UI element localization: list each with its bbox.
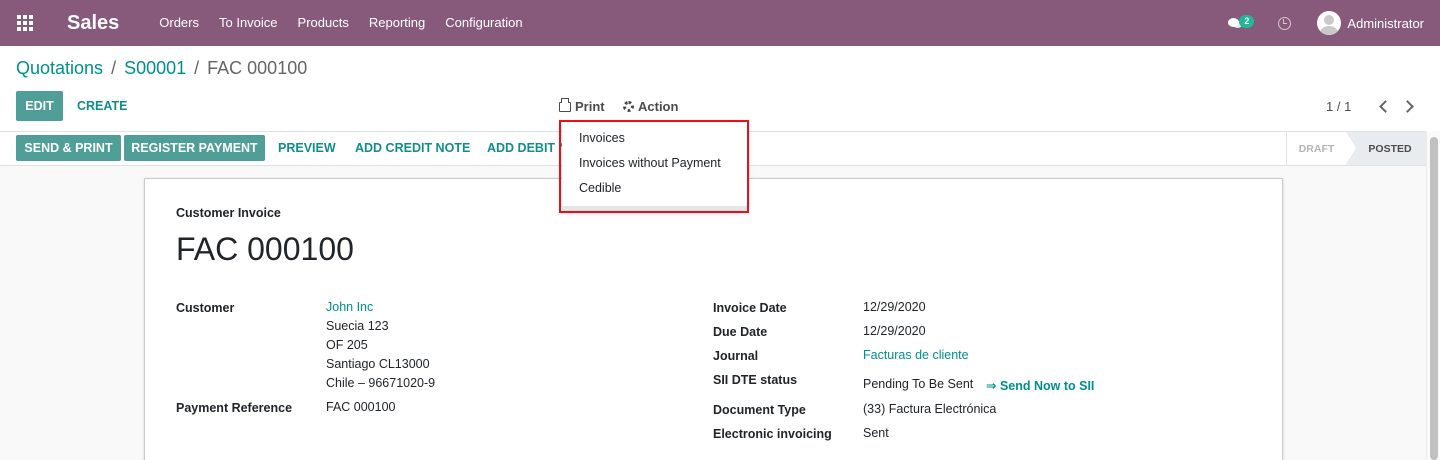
create-button[interactable]: CREATE <box>77 99 127 113</box>
user-avatar[interactable] <box>1317 11 1342 35</box>
menu-item-configuration[interactable]: Configuration <box>435 0 532 46</box>
send-now-to-sii-button[interactable]: ⇒ Send Now to SII <box>986 378 1094 393</box>
main-menu: Orders To Invoice Products Reporting Con… <box>149 0 532 46</box>
sii-status-label: SII DTE status <box>713 373 798 387</box>
due-date-value: 12/29/2020 <box>863 324 926 338</box>
due-date-label: Due Date <box>713 325 768 339</box>
dropdown-footer <box>562 206 747 210</box>
invoice-sheet: Customer Invoice FAC 000100 Customer Joh… <box>144 178 1283 460</box>
menu-item-to-invoice[interactable]: To Invoice <box>209 0 288 46</box>
add-debit-note-button[interactable]: ADD DEBIT N <box>487 141 568 155</box>
add-credit-note-button[interactable]: ADD CREDIT NOTE <box>355 141 470 155</box>
print-item-invoices[interactable]: Invoices <box>579 131 625 145</box>
user-menu-name[interactable]: Administrator <box>1347 16 1424 31</box>
stage-arrow <box>1346 132 1356 164</box>
journal-label: Journal <box>713 349 759 363</box>
activity-clock-icon[interactable] <box>1278 16 1292 30</box>
invoice-date-label: Invoice Date <box>713 301 787 315</box>
menu-item-orders[interactable]: Orders <box>149 0 209 46</box>
printer-icon <box>559 97 571 112</box>
customer-address-line: Suecia 123 <box>326 319 389 333</box>
print-label: Print <box>575 99 605 114</box>
electronic-invoicing-label: Electronic invoicing <box>713 427 832 441</box>
customer-link[interactable]: John Inc <box>326 298 373 317</box>
sii-status-value: Pending To Be Sent <box>863 377 974 391</box>
customer-address-line: Santiago CL13000 <box>326 357 430 371</box>
invoice-date-value: 12/29/2020 <box>863 300 926 314</box>
gear-icon <box>623 101 634 112</box>
breadcrumb-separator: / <box>111 58 117 78</box>
document-type-heading: Customer Invoice <box>176 206 281 220</box>
action-label: Action <box>638 99 679 114</box>
breadcrumb: Quotations / S00001 / FAC 000100 <box>16 58 307 79</box>
print-item-cedible[interactable]: Cedible <box>579 181 621 195</box>
chat-icon[interactable]: 2 <box>1228 13 1255 33</box>
register-payment-button[interactable]: REGISTER PAYMENT <box>124 135 265 161</box>
action-menu-button[interactable]: Action <box>623 99 678 114</box>
app-title[interactable]: Sales <box>67 12 119 35</box>
document-type-label: Document Type <box>713 403 806 417</box>
breadcrumb-sale-order[interactable]: S00001 <box>124 58 186 79</box>
messages-badge: 2 <box>1239 15 1255 28</box>
invoice-number-title: FAC 000100 <box>176 231 354 267</box>
pager-value[interactable]: 1 / 1 <box>1326 99 1351 114</box>
customer-address-line: OF 205 <box>326 338 368 352</box>
menu-item-reporting[interactable]: Reporting <box>359 0 435 46</box>
chevron-left-icon[interactable] <box>1379 100 1392 113</box>
scrollbar[interactable] <box>1426 131 1440 460</box>
breadcrumb-quotations[interactable]: Quotations <box>16 58 103 79</box>
print-menu-button[interactable]: Print <box>559 97 605 114</box>
print-dropdown-menu: Invoices Invoices without Payment Cedibl… <box>562 123 747 210</box>
breadcrumb-separator: / <box>194 58 200 78</box>
scroll-thumb[interactable] <box>1430 137 1438 460</box>
stage-draft[interactable]: DRAFT <box>1286 132 1346 165</box>
customer-address-line: Chile – 96671020-9 <box>326 376 436 390</box>
stage-posted: POSTED <box>1346 132 1426 165</box>
print-item-invoices-without-payment[interactable]: Invoices without Payment <box>579 156 721 170</box>
journal-link[interactable]: Facturas de cliente <box>863 346 969 365</box>
send-and-print-button[interactable]: SEND & PRINT <box>16 135 121 161</box>
document-type-value: (33) Factura Electrónica <box>863 402 997 416</box>
menu-item-products[interactable]: Products <box>288 0 359 46</box>
apps-menu-icon[interactable] <box>2 0 48 46</box>
edit-button[interactable]: EDIT <box>16 91 63 121</box>
customer-label: Customer <box>176 301 235 315</box>
preview-button[interactable]: PREVIEW <box>278 141 336 155</box>
chevron-right-icon[interactable] <box>1401 100 1414 113</box>
breadcrumb-current: FAC 000100 <box>207 58 308 78</box>
payment-reference-label: Payment Reference <box>176 401 293 415</box>
top-navbar: Sales Orders To Invoice Products Reporti… <box>0 0 1440 46</box>
electronic-invoicing-value: Sent <box>863 426 889 440</box>
payment-reference-value: FAC 000100 <box>326 400 396 414</box>
